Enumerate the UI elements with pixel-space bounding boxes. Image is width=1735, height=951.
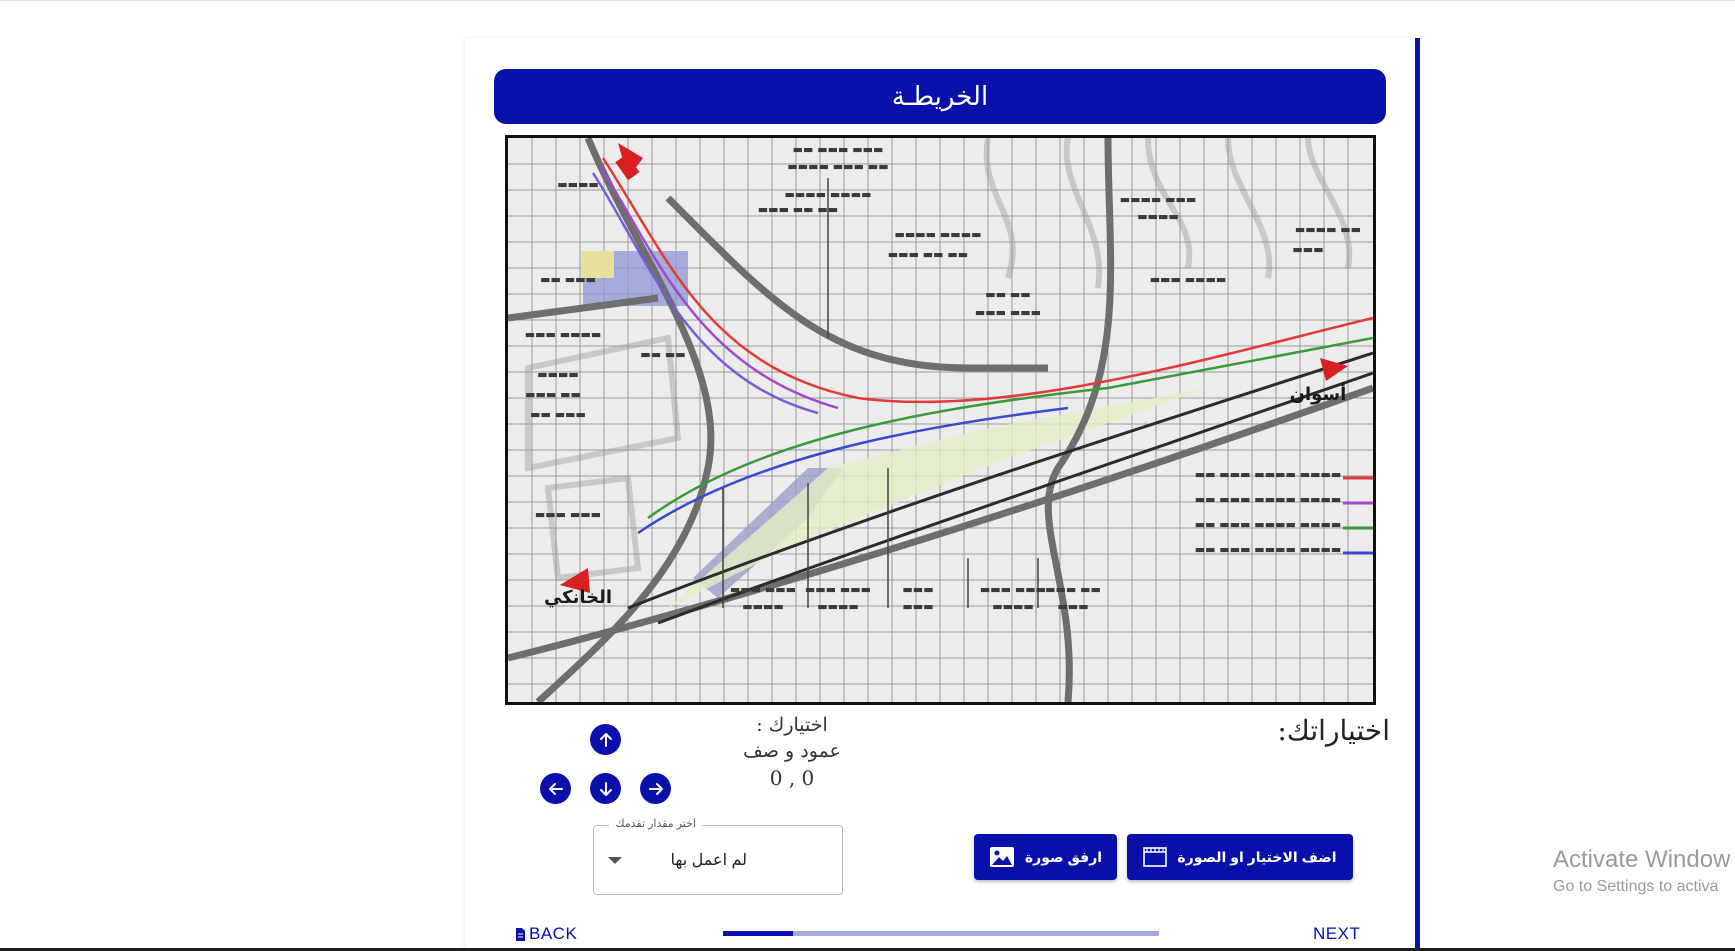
progress-select-value: لم اعمل بها	[670, 852, 747, 869]
add-choice-button[interactable]: اضف الاختيار او الصورة	[1127, 834, 1353, 880]
map-title: الخريطـة	[891, 81, 989, 111]
svg-text:▬▬ ▬▬: ▬▬ ▬▬	[985, 288, 1030, 301]
step-progress-bar	[723, 931, 1159, 936]
svg-text:▬▬ ▬▬▬ ▬▬▬▬ ▬▬▬▬: ▬▬ ▬▬▬ ▬▬▬▬ ▬▬▬▬	[1195, 468, 1342, 481]
svg-text:▬▬▬: ▬▬▬	[902, 600, 933, 613]
grid-map-image[interactable]: ▬▬ ▬▬▬ ▬▬▬ ▬▬▬▬ ▬▬▬ ▬▬ ▬▬▬▬ ▬▬▬▬ ▬▬▬ ▬▬ …	[505, 135, 1376, 705]
map-drawing: ▬▬ ▬▬▬ ▬▬▬ ▬▬▬▬ ▬▬▬ ▬▬ ▬▬▬▬ ▬▬▬▬ ▬▬▬ ▬▬ …	[508, 138, 1373, 702]
film-frame-icon	[1143, 847, 1168, 867]
watermark-line2: Go to Settings to activa	[1553, 878, 1719, 895]
document-icon	[516, 927, 525, 941]
svg-text:▬▬▬ ▬▬▬: ▬▬▬ ▬▬▬	[535, 508, 601, 521]
map-label-aswan: أسوان	[1290, 382, 1347, 405]
svg-text:▬▬▬▬: ▬▬▬▬	[817, 600, 859, 613]
attach-image-button[interactable]: ارفق صورة	[974, 834, 1117, 880]
svg-text:▬▬▬▬ ▬▬▬▬: ▬▬▬▬ ▬▬▬▬	[785, 188, 872, 201]
svg-text:▬▬▬ ▬▬: ▬▬▬ ▬▬	[1045, 583, 1101, 596]
windows-activation-watermark: Activate Window Go to Settings to activa	[1553, 845, 1730, 899]
svg-text:▬▬ ▬▬▬: ▬▬ ▬▬▬	[540, 273, 596, 286]
map-title-bar: الخريطـة	[494, 69, 1386, 124]
arrow-up-icon	[599, 732, 612, 747]
svg-text:▬▬▬: ▬▬▬	[1292, 243, 1323, 256]
attach-image-label: ارفق صورة	[1024, 848, 1103, 865]
svg-text:▬▬▬ ▬▬▬: ▬▬▬ ▬▬▬	[975, 306, 1041, 319]
svg-text:▬▬ ▬▬▬ ▬▬▬▬ ▬▬▬▬: ▬▬ ▬▬▬ ▬▬▬▬ ▬▬▬▬	[1195, 493, 1342, 506]
svg-text:▬▬▬▬: ▬▬▬▬	[1137, 210, 1179, 223]
svg-text:▬▬▬▬: ▬▬▬▬	[992, 600, 1034, 613]
svg-text:▬▬▬: ▬▬▬	[1057, 600, 1088, 613]
back-button[interactable]: BACK	[515, 924, 577, 944]
svg-text:▬▬ ▬▬▬ ▬▬▬: ▬▬ ▬▬▬ ▬▬▬	[793, 143, 884, 156]
back-label: BACK	[529, 924, 578, 943]
chevron-down-icon	[608, 857, 622, 864]
progress-select-legend: اختر مقدار تقدمك	[609, 817, 702, 830]
svg-text:▬▬▬ ▬▬▬: ▬▬▬ ▬▬▬	[805, 583, 871, 596]
top-border	[0, 0, 1735, 1]
add-choice-label: اضف الاختيار او الصورة	[1177, 848, 1337, 865]
column-row-label: عمود و صف	[743, 740, 841, 762]
svg-text:▬▬▬▬: ▬▬▬▬	[537, 368, 579, 381]
svg-text:▬▬ ▬▬▬ ▬▬▬▬ ▬▬▬▬: ▬▬ ▬▬▬ ▬▬▬▬ ▬▬▬▬	[1195, 518, 1342, 531]
svg-text:▬▬▬▬ ▬▬▬ ▬▬: ▬▬▬▬ ▬▬▬ ▬▬	[787, 160, 888, 173]
svg-text:▬▬▬▬ ▬▬▬: ▬▬▬▬ ▬▬▬	[1120, 193, 1197, 206]
arrow-right-icon	[648, 782, 663, 795]
svg-text:▬▬▬ ▬▬: ▬▬▬ ▬▬	[525, 388, 581, 401]
svg-text:▬▬▬ ▬▬ ▬▬: ▬▬▬ ▬▬ ▬▬	[888, 248, 968, 261]
svg-text:▬▬▬▬: ▬▬▬▬	[742, 600, 784, 613]
svg-text:▬▬▬: ▬▬▬	[902, 583, 933, 596]
svg-text:▬▬ ▬▬▬ ▬▬▬▬ ▬▬▬▬: ▬▬ ▬▬▬ ▬▬▬▬ ▬▬▬▬	[1195, 543, 1342, 556]
svg-text:▬▬▬▬ ▬▬▬▬: ▬▬▬▬ ▬▬▬▬	[895, 228, 982, 241]
svg-text:▬▬▬ ▬▬▬: ▬▬▬ ▬▬▬	[980, 583, 1046, 596]
move-down-button[interactable]	[590, 773, 621, 804]
arrow-down-icon	[599, 781, 612, 796]
image-icon	[989, 847, 1014, 867]
svg-text:▬▬▬▬ ▬▬: ▬▬▬▬ ▬▬	[1295, 223, 1361, 236]
svg-text:▬▬▬ ▬▬▬▬: ▬▬▬ ▬▬▬▬	[525, 328, 602, 341]
svg-text:▬▬▬ ▬▬ ▬▬: ▬▬▬ ▬▬ ▬▬	[758, 203, 838, 216]
move-right-button[interactable]	[640, 773, 671, 804]
coordinates-value: 0 , 0	[769, 766, 815, 790]
next-button[interactable]: NEXT	[1313, 924, 1360, 944]
current-selection: اختيارك : عمود و صف 0 , 0	[722, 712, 862, 792]
svg-text:▬▬ ▬▬: ▬▬ ▬▬	[640, 348, 685, 361]
progress-select[interactable]: اختر مقدار تقدمك لم اعمل بها	[593, 817, 843, 895]
svg-text:▬▬ ▬▬▬: ▬▬ ▬▬▬	[530, 408, 586, 421]
your-choice-label: اختيارك :	[756, 714, 828, 736]
svg-text:▬▬▬ ▬▬▬: ▬▬▬ ▬▬▬	[730, 583, 796, 596]
move-left-button[interactable]	[540, 773, 571, 804]
watermark-line1: Activate Window	[1553, 846, 1731, 873]
step-progress-fill	[723, 931, 793, 936]
choices-label: اختياراتك:	[1277, 714, 1390, 747]
svg-text:▬▬▬▬: ▬▬▬▬	[557, 178, 599, 191]
svg-text:▬▬▬ ▬▬▬▬: ▬▬▬ ▬▬▬▬	[1150, 273, 1227, 286]
map-label-khanka: الخانكي	[544, 587, 612, 608]
arrow-left-icon	[548, 782, 563, 795]
move-up-button[interactable]	[590, 724, 621, 755]
